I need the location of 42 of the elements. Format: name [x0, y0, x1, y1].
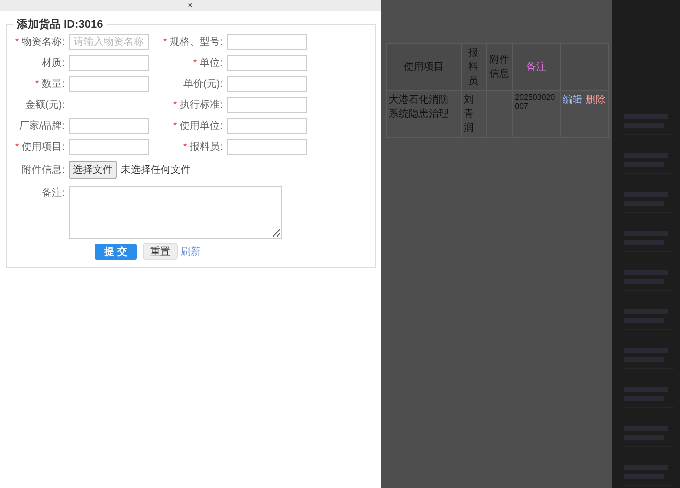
table-cell: 刘青润	[461, 90, 486, 138]
field-label: * 使用项目:	[14, 141, 65, 154]
column-header: 备注	[512, 44, 560, 90]
text-field[interactable]	[69, 139, 149, 155]
text-field[interactable]	[69, 118, 149, 134]
text-field[interactable]	[227, 118, 307, 134]
note-field[interactable]	[69, 186, 282, 239]
text-field[interactable]: 请输入物资名称	[69, 34, 149, 50]
field-label: * 物资名称:	[14, 36, 65, 49]
field-label: * 数量:	[34, 78, 65, 91]
file-status: 未选择任何文件	[121, 164, 191, 177]
field-label: * 使用单位:	[172, 120, 223, 133]
field-label: 厂家/品牌:	[18, 120, 65, 133]
form-title: 添加货品 ID:3016	[16, 18, 104, 32]
text-field[interactable]	[69, 76, 149, 92]
column-header: 报料员	[461, 44, 486, 90]
column-header: 使用项目	[386, 44, 462, 90]
submit-button[interactable]: 提 交	[95, 244, 137, 260]
field-label: * 报料员:	[182, 140, 223, 154]
choose-file-button[interactable]: 选择文件	[69, 161, 117, 179]
field-label: 备注:	[41, 186, 65, 200]
text-field[interactable]	[227, 139, 307, 155]
table-cell: 大港石化消防系统隐患治理	[386, 90, 462, 138]
field-label: 附件信息:	[21, 164, 65, 177]
table-cell: 202503020007	[512, 90, 560, 138]
text-field[interactable]	[227, 34, 307, 50]
field-label: 材质:	[41, 56, 65, 70]
text-field[interactable]	[227, 55, 307, 71]
field-label: * 执行标准:	[172, 98, 223, 112]
reset-button[interactable]: 重置	[143, 243, 178, 260]
field-label: 金额(元):	[24, 98, 65, 112]
column-header: 附件信息	[486, 44, 513, 90]
field-label: * 规格、型号:	[162, 36, 223, 49]
delete-link[interactable]: 删除	[586, 95, 606, 106]
refresh-link[interactable]: 刷新	[181, 244, 201, 258]
text-field[interactable]	[69, 55, 149, 71]
text-field[interactable]	[227, 76, 307, 92]
edit-link[interactable]: 编辑	[563, 95, 583, 106]
field-label: 单价(元):	[182, 78, 223, 91]
field-label: * 单位:	[192, 56, 223, 70]
close-button[interactable]: ×	[188, 1, 193, 10]
text-field[interactable]	[227, 97, 307, 113]
